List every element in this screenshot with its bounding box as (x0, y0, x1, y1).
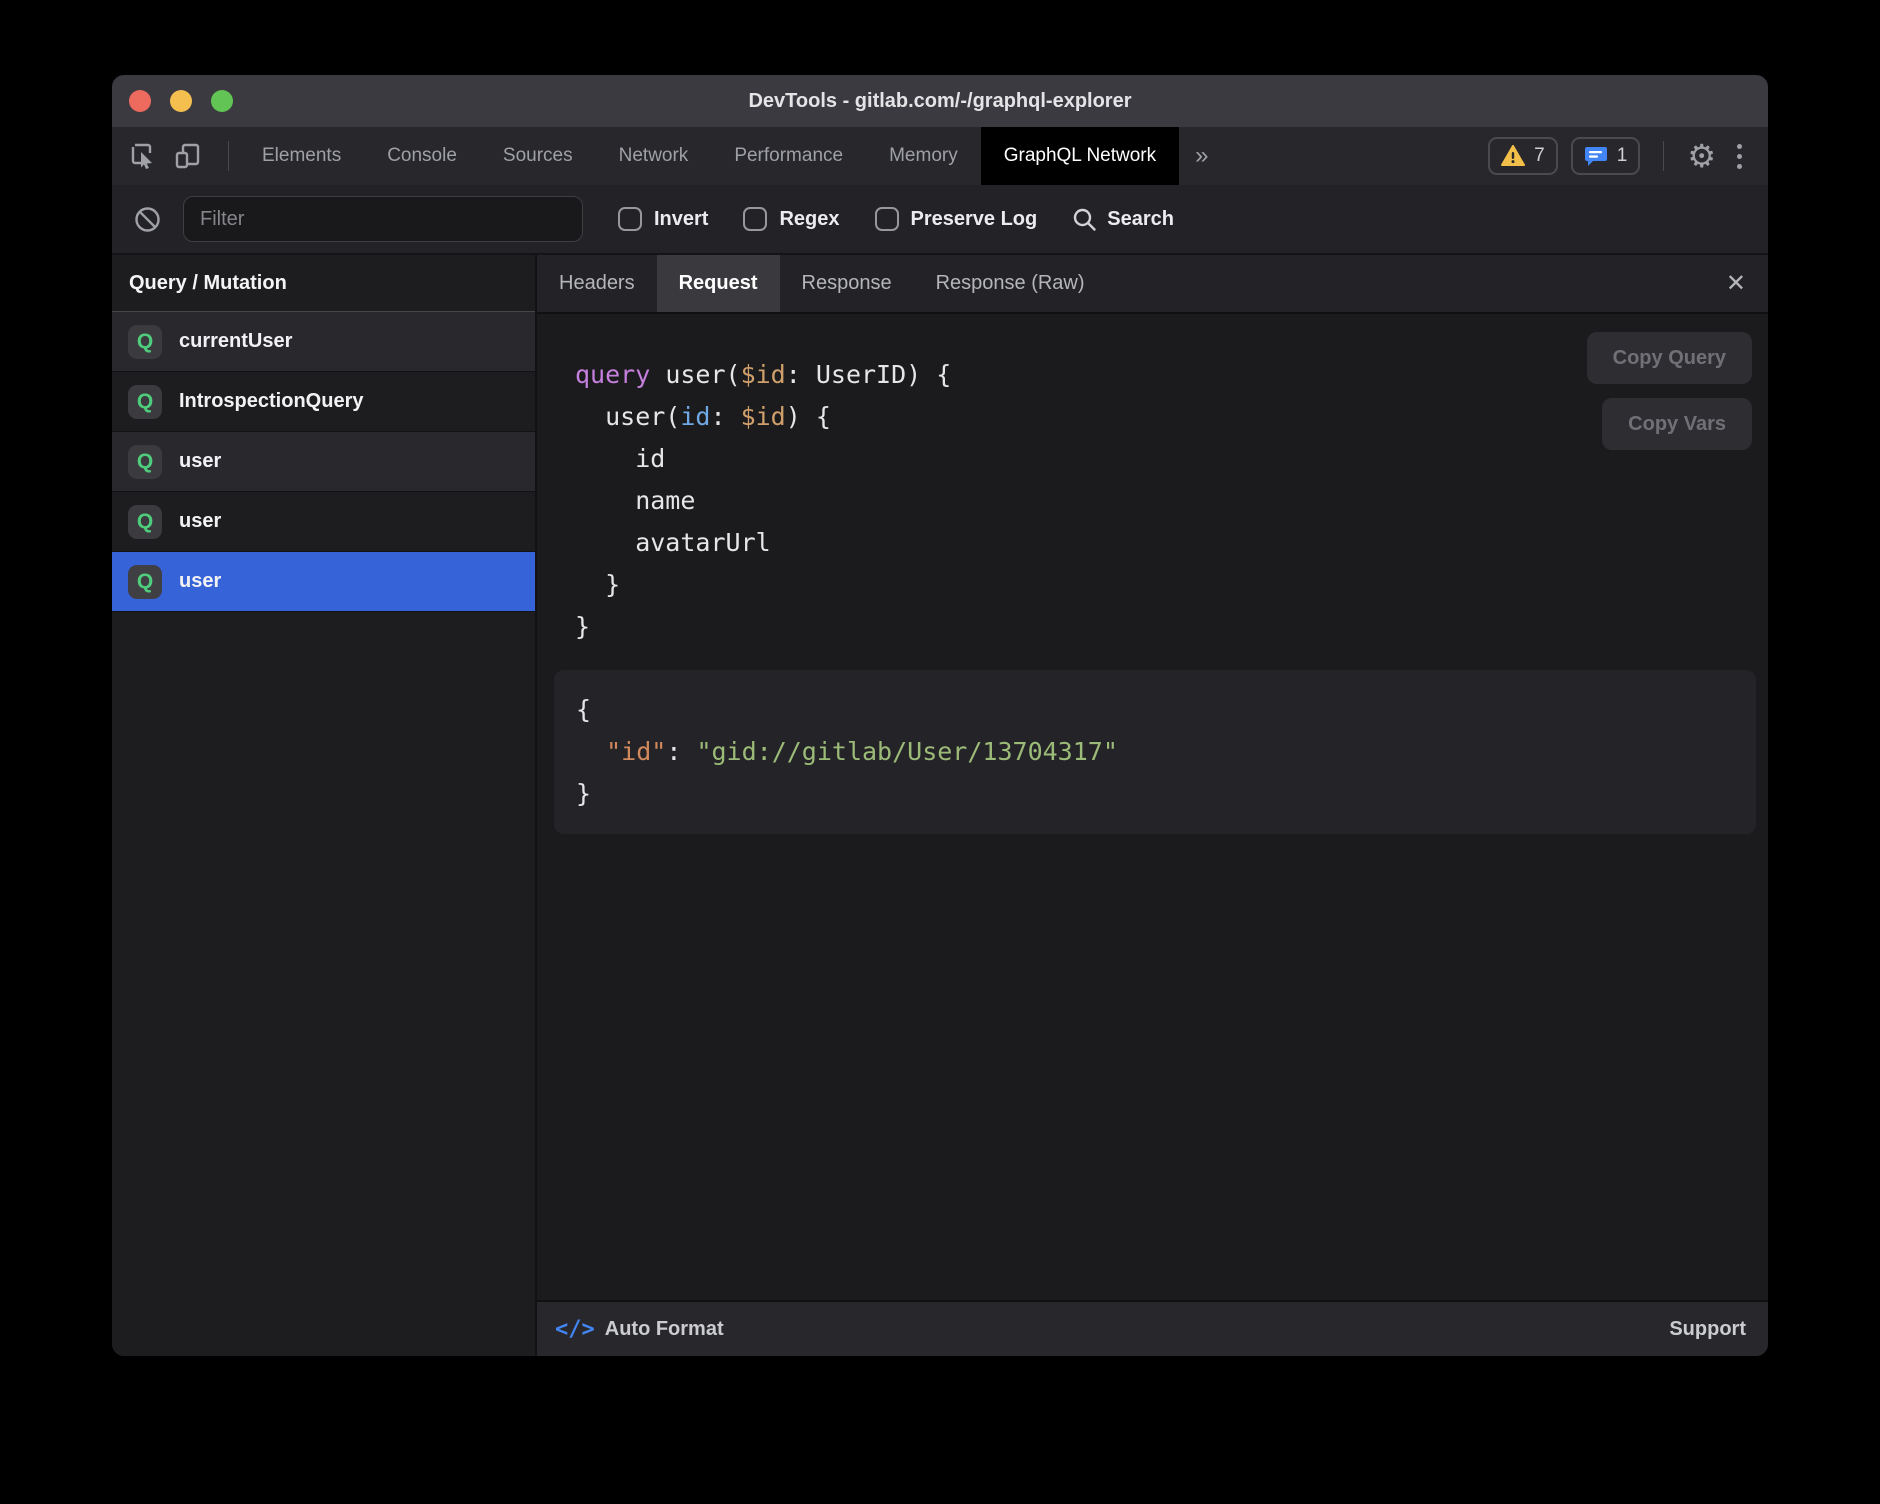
warnings-count: 7 (1534, 145, 1545, 167)
tab-elements[interactable]: Elements (239, 127, 364, 185)
kebab-menu-icon[interactable] (1729, 144, 1750, 169)
window-titlebar: DevTools - gitlab.com/-/graphql-explorer (112, 75, 1768, 127)
warnings-badge[interactable]: 7 (1488, 137, 1558, 175)
tab-sources[interactable]: Sources (480, 127, 596, 185)
request-view: query user($id: UserID) { user(id: $id) … (537, 314, 1768, 1300)
query-name-label: IntrospectionQuery (179, 390, 363, 413)
panel-tab-response-raw[interactable]: Response (Raw) (914, 255, 1107, 312)
checkbox-group-regex: Regex (743, 207, 839, 231)
filter-toolbar: Invert Regex Preserve Log Search (112, 185, 1768, 255)
panel-tab-headers[interactable]: Headers (537, 255, 657, 312)
copy-query-button[interactable]: Copy Query (1587, 332, 1752, 384)
query-type-badge: Q (128, 385, 162, 419)
controls-separator (1663, 141, 1664, 171)
query-list-item[interactable]: Quser (112, 432, 535, 492)
tab-graphql-network[interactable]: GraphQL Network (981, 127, 1179, 185)
detail-tabs: HeadersRequestResponseResponse (Raw) ✕ (537, 255, 1768, 314)
graphql-query-code: query user($id: UserID) { user(id: $id) … (537, 314, 1768, 648)
query-list-item[interactable]: Quser (112, 552, 535, 612)
query-name-label: user (179, 510, 221, 533)
devtools-tabbar: ElementsConsoleSourcesNetworkPerformance… (112, 127, 1768, 185)
sidebar-header: Query / Mutation (112, 255, 535, 312)
inspect-element-icon[interactable] (130, 142, 158, 170)
more-tabs-chevron[interactable]: » (1179, 127, 1224, 185)
query-list-item[interactable]: Quser (112, 492, 535, 552)
code-line: } (575, 564, 1768, 606)
checkbox-label[interactable]: Invert (654, 208, 708, 231)
device-toolbar-icon[interactable] (174, 142, 202, 170)
panel-tab-request[interactable]: Request (657, 255, 780, 312)
auto-format-button[interactable]: </> Auto Format (555, 1317, 724, 1342)
query-name-label: user (179, 450, 221, 473)
query-name-label: user (179, 570, 221, 593)
query-type-badge: Q (128, 565, 162, 599)
panel-footer: </> Auto Format Support (537, 1300, 1768, 1356)
checkbox-group-preserve-log: Preserve Log (875, 207, 1038, 231)
support-link[interactable]: Support (1669, 1318, 1746, 1341)
search-icon (1072, 207, 1097, 232)
minimize-window-button[interactable] (170, 90, 192, 112)
code-brackets-icon: </> (555, 1317, 595, 1342)
checkbox-label[interactable]: Preserve Log (911, 208, 1038, 231)
warning-icon (1501, 145, 1525, 167)
query-list-item[interactable]: QcurrentUser (112, 312, 535, 372)
close-window-button[interactable] (129, 90, 151, 112)
traffic-lights (129, 75, 233, 127)
toolbar-separator (228, 141, 229, 171)
query-sidebar: Query / Mutation QcurrentUserQIntrospect… (112, 255, 537, 1356)
checkbox-label[interactable]: Regex (779, 208, 839, 231)
filter-input[interactable] (183, 196, 583, 242)
query-type-badge: Q (128, 445, 162, 479)
settings-gear-icon[interactable]: ⚙ (1687, 140, 1716, 172)
clear-block-icon[interactable] (134, 206, 161, 233)
code-line: "id": "gid://gitlab/User/13704317" (576, 731, 1756, 773)
regex-checkbox[interactable] (743, 207, 767, 231)
window-title: DevTools - gitlab.com/-/graphql-explorer (748, 90, 1131, 113)
issues-count: 1 (1617, 145, 1628, 167)
tab-memory[interactable]: Memory (866, 127, 981, 185)
query-name-label: currentUser (179, 330, 292, 353)
query-type-badge: Q (128, 505, 162, 539)
devtools-tabs: ElementsConsoleSourcesNetworkPerformance… (239, 127, 1179, 185)
tab-network[interactable]: Network (596, 127, 712, 185)
code-line: } (575, 606, 1768, 648)
query-variables-box: { "id": "gid://gitlab/User/13704317"} (554, 670, 1756, 834)
tab-performance[interactable]: Performance (711, 127, 866, 185)
preserve-log-checkbox[interactable] (875, 207, 899, 231)
zoom-window-button[interactable] (211, 90, 233, 112)
search-control[interactable]: Search (1072, 207, 1174, 232)
query-list-item[interactable]: Q IntrospectionQuery (112, 372, 535, 432)
message-icon (1584, 144, 1608, 168)
copy-vars-button[interactable]: Copy Vars (1602, 398, 1752, 450)
issues-badge[interactable]: 1 (1571, 137, 1641, 175)
code-line: } (576, 773, 1756, 815)
detail-panel: HeadersRequestResponseResponse (Raw) ✕ q… (537, 255, 1768, 1356)
query-type-badge: Q (128, 325, 162, 359)
tab-console[interactable]: Console (364, 127, 480, 185)
invert-checkbox[interactable] (618, 207, 642, 231)
query-list: QcurrentUserQIntrospectionQueryQuserQuse… (112, 312, 535, 612)
code-line: { (576, 689, 1756, 731)
search-label: Search (1107, 208, 1174, 231)
code-line: name (575, 480, 1768, 522)
checkbox-group-invert: Invert (618, 207, 708, 231)
panel-tab-response[interactable]: Response (780, 255, 914, 312)
close-panel-icon[interactable]: ✕ (1726, 269, 1746, 298)
devtools-window: DevTools - gitlab.com/-/graphql-explorer… (112, 75, 1768, 1356)
auto-format-label: Auto Format (605, 1318, 724, 1341)
code-line: avatarUrl (575, 522, 1768, 564)
